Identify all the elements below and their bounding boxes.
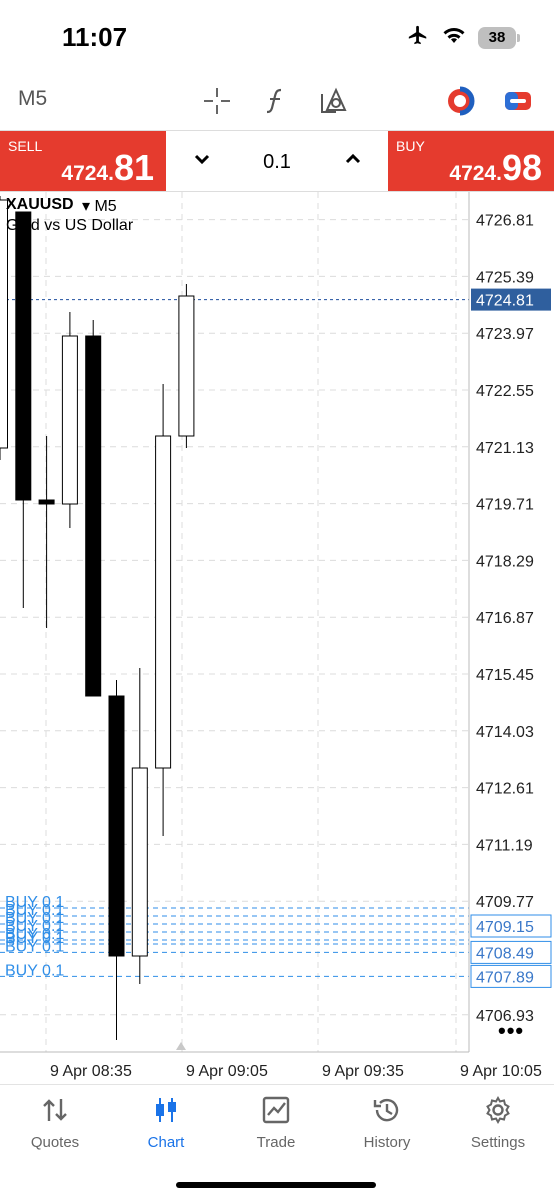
- order-price-tag: 4707.89: [476, 969, 534, 986]
- tab-settings-label: Settings: [470, 1134, 526, 1151]
- candle-body: [85, 335, 102, 697]
- status-bar: 11:07 38: [0, 0, 554, 75]
- tab-history-label: History: [363, 1134, 411, 1151]
- chart-timeframe[interactable]: ▾ M5: [82, 196, 117, 216]
- wifi-icon: [442, 25, 466, 50]
- buy-order-label: BUY 0.1: [5, 962, 64, 979]
- chart-description: Gold vs US Dollar: [6, 217, 134, 234]
- volume-increase-button[interactable]: [341, 147, 365, 171]
- candle-body: [38, 499, 55, 505]
- candle-body: [155, 435, 172, 769]
- price-axis-label: 4715.45: [476, 667, 534, 684]
- chart-icon: [156, 1098, 176, 1122]
- order-price-tag: 4709.15: [476, 919, 534, 936]
- buy-button[interactable]: BUY 4724.98: [388, 131, 554, 191]
- chart-shift-marker: [176, 1042, 186, 1050]
- settings-icon: [486, 1095, 510, 1125]
- crosshair-icon[interactable]: [201, 85, 233, 117]
- airplane-icon: [406, 24, 430, 51]
- price-axis-label: 4711.19: [476, 837, 533, 854]
- time-axis-label: 9 Apr 10:05: [460, 1063, 542, 1080]
- time-axis-label: 9 Apr 08:35: [50, 1063, 132, 1080]
- price-axis-label: 4712.61: [476, 781, 534, 798]
- buy-price-big: 98: [501, 147, 542, 188]
- price-axis-label: 4716.87: [476, 610, 534, 627]
- tab-quotes[interactable]: Quotes: [0, 1095, 110, 1155]
- battery-level: 38: [488, 29, 506, 46]
- price-axis-label: 4725.39: [476, 269, 534, 286]
- tab-trade-label: Trade: [256, 1134, 296, 1151]
- chevron-up-icon: [345, 153, 361, 164]
- status-time: 11:07: [62, 22, 128, 52]
- tab-trade[interactable]: Trade: [221, 1095, 331, 1155]
- tab-settings[interactable]: Settings: [443, 1095, 553, 1155]
- price-axis-label: 4719.71: [476, 497, 534, 514]
- more-options-button[interactable]: •••: [498, 1018, 524, 1044]
- candle-body: [131, 767, 148, 957]
- sell-price: 4724.81: [61, 147, 154, 189]
- objects-icon[interactable]: [318, 85, 350, 117]
- tab-quotes-label: Quotes: [30, 1134, 80, 1151]
- trade-icon: [262, 1096, 290, 1124]
- history-icon: [373, 1098, 399, 1122]
- status-icons: 38: [406, 24, 520, 51]
- toggle-icon[interactable]: [502, 85, 534, 117]
- tab-history[interactable]: History: [332, 1095, 442, 1155]
- sell-button[interactable]: SELL 4724.81: [0, 131, 166, 191]
- battery-icon: 38: [478, 26, 520, 49]
- time-axis-label: 9 Apr 09:35: [322, 1063, 404, 1080]
- buy-label: BUY: [396, 138, 425, 154]
- buy-price-small: 4724.: [449, 162, 502, 185]
- price-chart[interactable]: BUY 0.1BUY 0.1BUY 0.1BUY 0.1BUY 0.1BUY 0…: [0, 192, 554, 1082]
- timeframe-button[interactable]: M5: [18, 87, 47, 111]
- buy-price: 4724.98: [449, 147, 542, 189]
- tab-chart[interactable]: Chart: [111, 1095, 221, 1155]
- price-axis-label: 4718.29: [476, 553, 534, 570]
- price-axis-label: 4714.03: [476, 724, 534, 741]
- price-axis-label: 4722.55: [476, 383, 534, 400]
- chart-symbol[interactable]: XAUUSD: [6, 196, 74, 214]
- tab-chart-label: Chart: [147, 1134, 185, 1151]
- function-icon[interactable]: [260, 85, 292, 117]
- buy-order-label: BUY 0.1: [5, 938, 64, 955]
- sell-label: SELL: [8, 138, 43, 154]
- candle-body: [0, 199, 8, 449]
- oneclick-icon[interactable]: [444, 85, 476, 117]
- candle-body: [108, 695, 125, 957]
- candle-body: [61, 335, 78, 505]
- quotes-icon: [43, 1099, 67, 1121]
- chart-area[interactable]: BUY 0.1 BUY 0.1 BUY 0.1 BUY 0.1 BUY 0.1 BUY 0…: [0, 192, 554, 1082]
- current-price-tag: 4724.81: [476, 293, 534, 310]
- time-axis-label: 9 Apr 09:05: [186, 1063, 268, 1080]
- price-axis-label: 4726.81: [476, 213, 534, 230]
- candle-body: [178, 295, 195, 437]
- candle-body: [15, 211, 32, 501]
- order-price-tag: 4708.49: [476, 945, 534, 962]
- price-axis-label: 4709.77: [476, 894, 534, 911]
- sell-price-big: 81: [113, 147, 154, 188]
- sell-price-small: 4724.: [61, 162, 114, 185]
- volume-control: 0.1: [166, 131, 388, 191]
- one-click-trading-panel: SELL 4724.81 0.1 BUY 4724.98: [0, 130, 554, 192]
- chart-toolbar: M5: [0, 75, 554, 127]
- price-axis-label: 4721.13: [476, 440, 534, 457]
- price-axis-label: 4723.97: [476, 326, 534, 343]
- home-indicator: [176, 1182, 376, 1188]
